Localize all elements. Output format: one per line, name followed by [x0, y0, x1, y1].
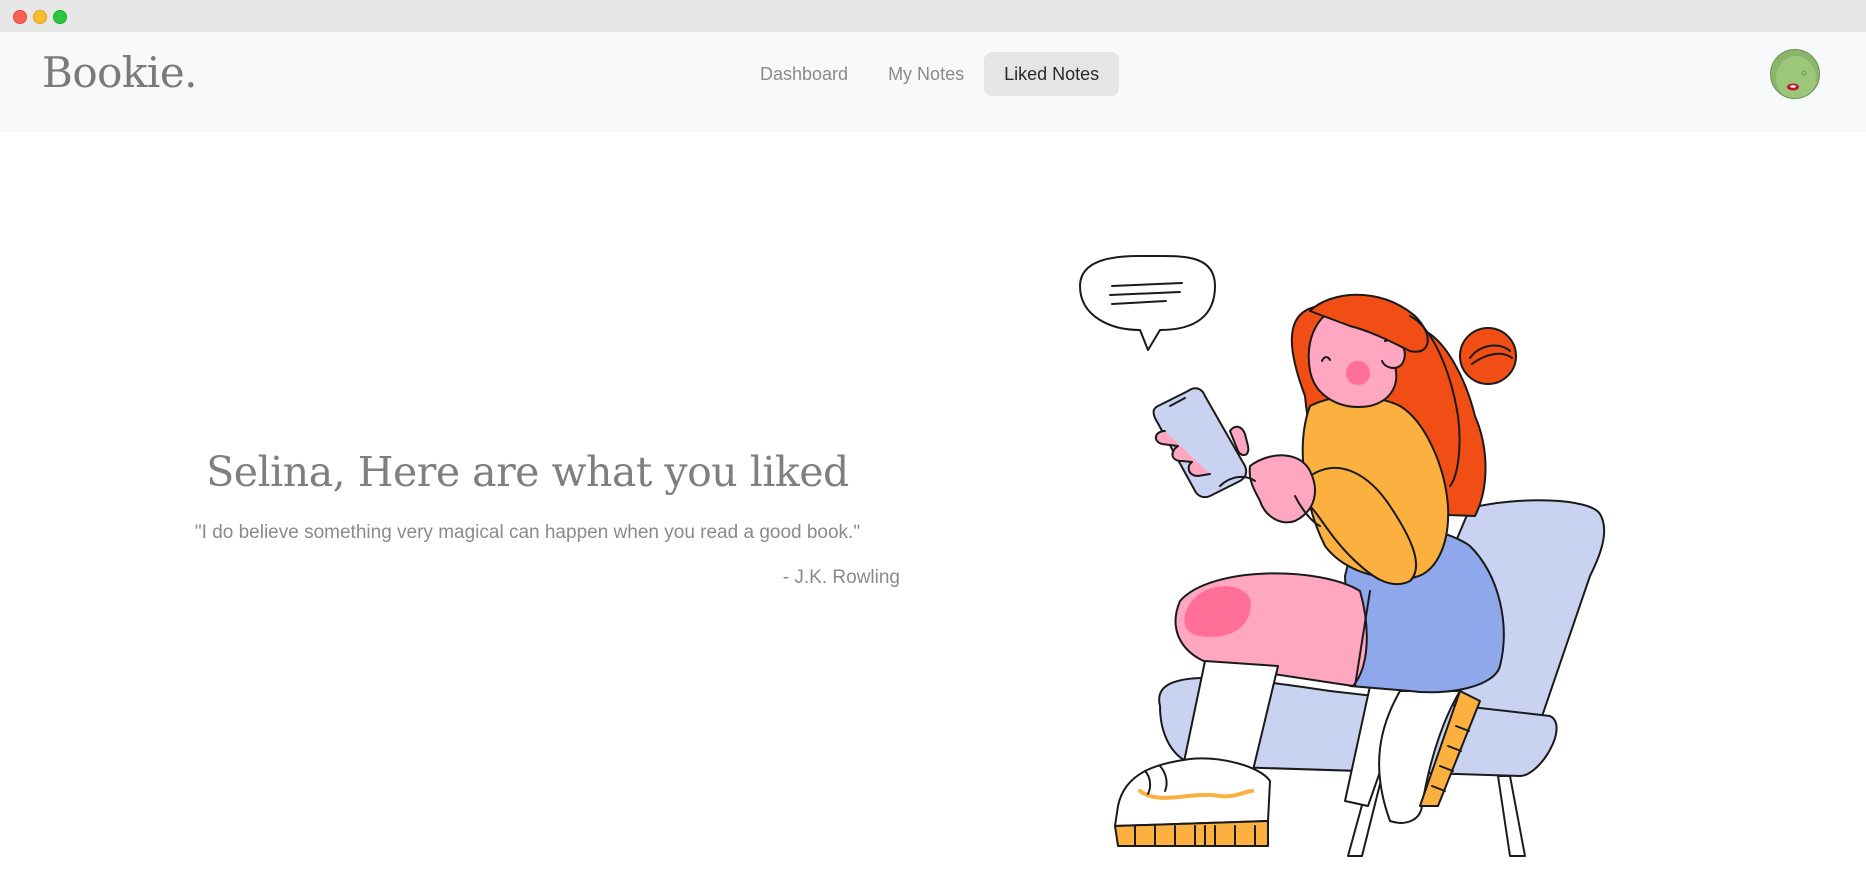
speech-bubble-icon — [1079, 255, 1216, 351]
quote-text: "I do believe something very magical can… — [194, 522, 861, 543]
minimize-window-button[interactable] — [33, 10, 47, 24]
avatar-image — [1771, 50, 1819, 98]
top-navbar: Bookie. Dashboard My Notes Liked Notes — [0, 32, 1866, 132]
nav-item-my-notes[interactable]: My Notes — [868, 52, 984, 96]
maximize-window-button[interactable] — [53, 10, 67, 24]
quote-author: - J.K. Rowling — [782, 567, 900, 588]
page-title: Selina, Here are what you liked — [206, 448, 849, 496]
nav-item-dashboard[interactable]: Dashboard — [740, 52, 868, 96]
nav-item-liked-notes[interactable]: Liked Notes — [984, 52, 1120, 96]
main-nav: Dashboard My Notes Liked Notes — [740, 52, 1120, 96]
close-window-button[interactable] — [13, 10, 27, 24]
reading-girl-illustration — [1079, 255, 1606, 857]
user-avatar[interactable] — [1770, 49, 1820, 99]
window-title-bar — [0, 0, 1866, 32]
brand-logo[interactable]: Bookie. — [42, 48, 198, 97]
